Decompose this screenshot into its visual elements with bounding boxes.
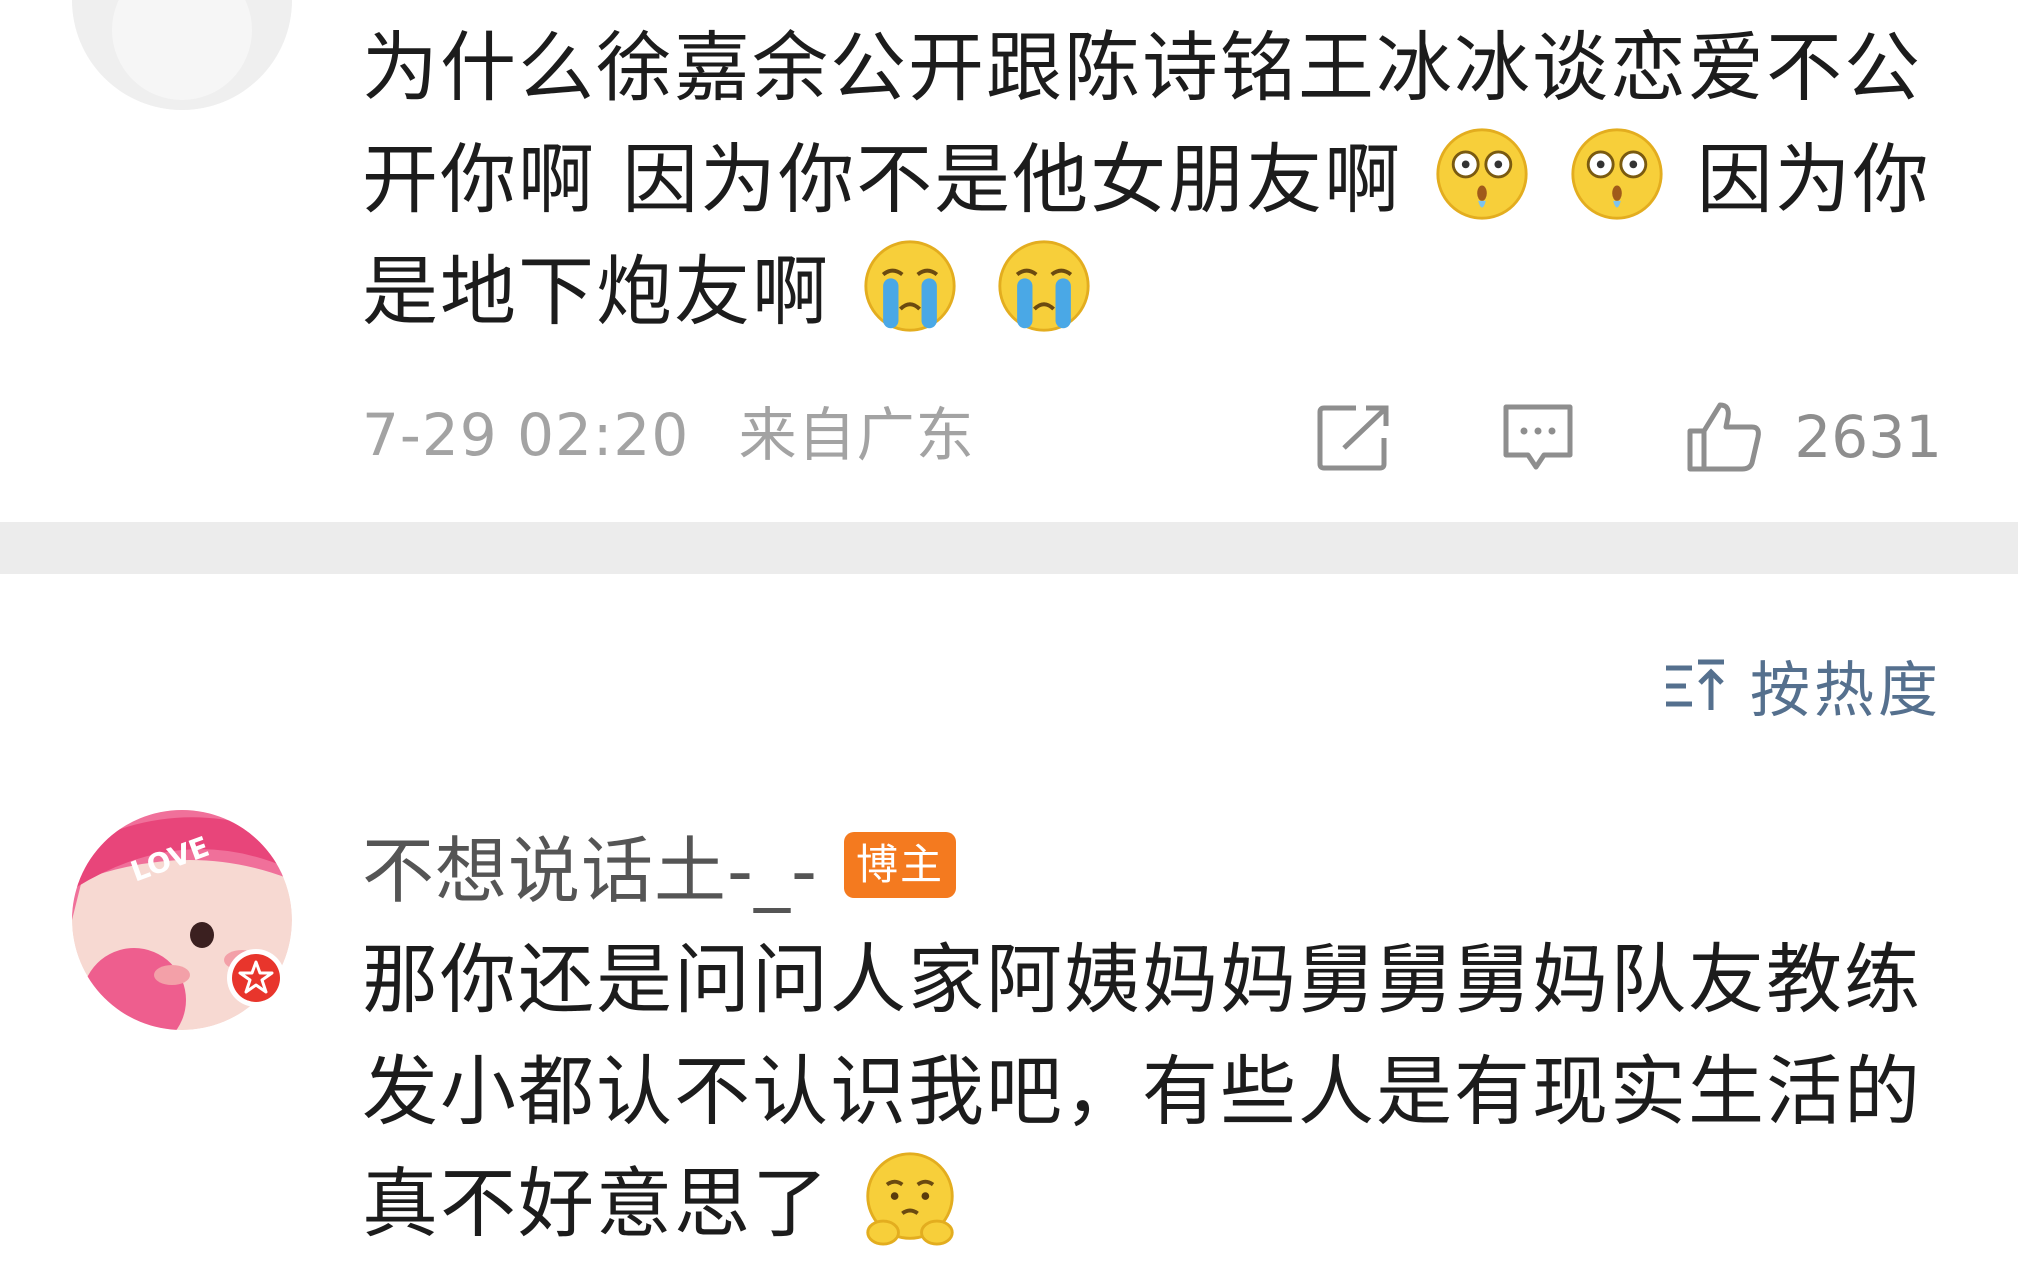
comment-button[interactable]	[1500, 401, 1576, 473]
avatar[interactable]: LOVE	[72, 810, 292, 1030]
author-badge: 博主	[843, 831, 956, 898]
verified-badge-icon	[227, 949, 285, 1007]
section-divider	[0, 522, 2018, 574]
share-button[interactable]	[1316, 402, 1392, 472]
comment-text: 为什么徐嘉余公开跟陈诗铭王冰冰谈恋爱不公 开你啊 因为你不是他女朋友啊 因为你 …	[362, 23, 1931, 336]
timestamp: 7-29 02:20	[362, 401, 690, 469]
comment-item-2: LOVE 不想说话土-_- 博主 那你还是问问人家阿姨妈妈舅舅舅妈队友教练 发小…	[0, 574, 2018, 1280]
surprised-face-emoji	[1570, 128, 1663, 220]
comment-item-1: 为什么徐嘉余公开跟陈诗铭王冰冰谈恋爱不公 开你啊 因为你不是他女朋友啊 因为你 …	[0, 0, 2018, 522]
like-button[interactable]: 2631	[1684, 399, 1942, 475]
username[interactable]: 不想说话土-_- 博主	[362, 812, 956, 917]
share-icon	[1317, 405, 1389, 471]
avatar[interactable]	[72, 0, 292, 110]
comment-icon	[1503, 404, 1573, 470]
like-count: 2631	[1794, 403, 1942, 471]
comment-actions: 2631	[1316, 392, 1942, 482]
crying-face-emoji	[998, 240, 1090, 332]
thumbs-up-icon	[1687, 402, 1762, 472]
crying-face-emoji	[864, 240, 956, 332]
comment-text: 那你还是问问人家阿姨妈妈舅舅舅妈队友教练 发小都认不认识我吧，有些人是有现实生活…	[362, 935, 1922, 1248]
pleading-face-emoji	[866, 1152, 954, 1246]
location: 来自广东	[738, 401, 975, 469]
surprised-face-emoji	[1436, 128, 1528, 220]
comment-meta: 7-29 02:20 来自广东	[362, 388, 1005, 472]
